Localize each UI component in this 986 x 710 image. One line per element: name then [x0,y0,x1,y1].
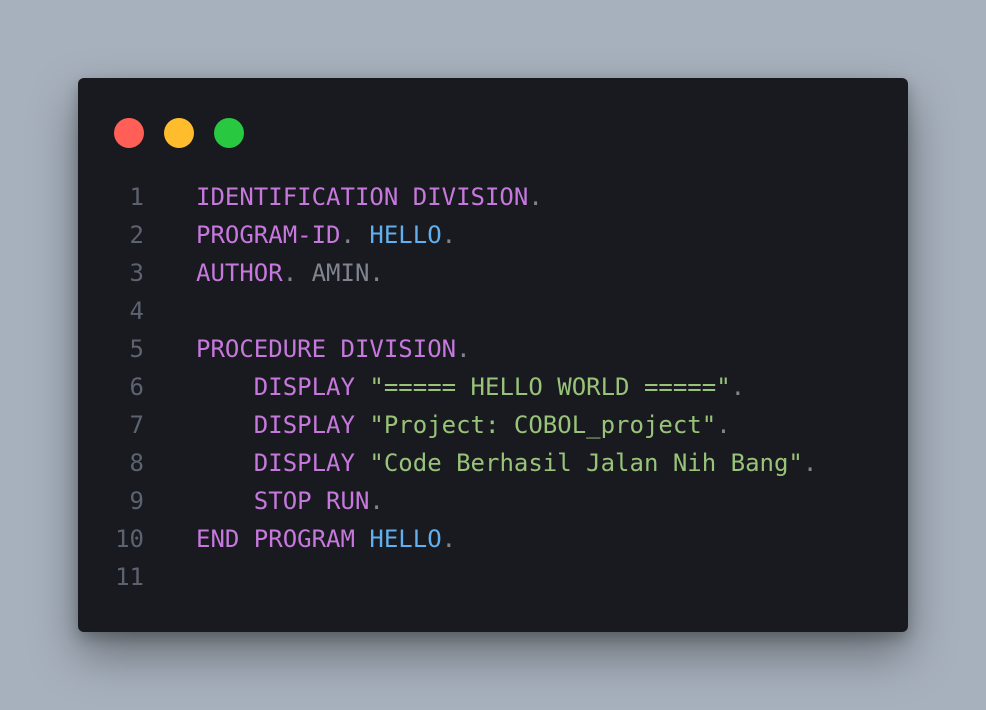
code-line: 2 PROGRAM-ID. HELLO. [78,216,908,254]
line-number: 1 [129,183,144,211]
maximize-dot-icon[interactable] [214,118,244,148]
line-number: 6 [129,373,144,401]
code-line: 3 AUTHOR. AMIN. [78,254,908,292]
code-token: "===== HELLO WORLD =====" [369,373,731,401]
line-text: STOP RUN. [196,482,384,520]
code-token: . [441,221,457,249]
line-number: 4 [129,297,144,325]
line-number: 5 [129,335,144,363]
code-line: 1 IDENTIFICATION DIVISION. [78,178,908,216]
line-text: PROCEDURE DIVISION. [196,330,471,368]
code-token: . [716,411,731,439]
code-token: STOP RUN [253,487,370,515]
line-number: 10 [115,525,144,553]
code-token: "Code Berhasil Jalan Nih Bang" [369,449,803,477]
code-token: HELLO [369,525,442,553]
line-text: END PROGRAM HELLO. [196,520,456,558]
line-number: 7 [129,411,144,439]
window-controls [114,118,244,148]
code-token: DISPLAY [253,373,355,401]
code-block: 1 IDENTIFICATION DIVISION. 2 PROGRAM-ID. HE… [78,178,908,596]
code-token: HELLO [369,221,442,249]
code-token: "Project: COBOL_project" [369,411,717,439]
code-line: 9 STOP RUN. [78,482,908,520]
code-token: . [528,183,543,211]
code-token: DISPLAY [253,411,355,439]
line-text: DISPLAY "===== HELLO WORLD =====". [196,368,745,406]
code-token: . [369,487,384,515]
code-token: AUTHOR [196,259,283,287]
code-line: 7 DISPLAY "Project: COBOL_project". [78,406,908,444]
code-line: 10 END PROGRAM HELLO. [78,520,908,558]
line-text: IDENTIFICATION DIVISION. [196,178,543,216]
code-token: . [730,373,746,401]
code-line: 6 DISPLAY "===== HELLO WORLD =====". [78,368,908,406]
code-line: 8 DISPLAY "Code Berhasil Jalan Nih Bang"… [78,444,908,482]
line-number: 9 [129,487,144,515]
line-number: 11 [115,563,144,591]
code-line: 4 [78,292,908,330]
line-number: 3 [129,259,144,287]
minimize-dot-icon[interactable] [164,118,194,148]
code-token: . [802,449,818,477]
line-number: 2 [129,221,144,249]
line-text: AUTHOR. AMIN. [196,254,384,292]
code-token: . AMIN. [282,259,384,287]
code-token: . [340,221,370,249]
line-text: DISPLAY "Project: COBOL_project". [196,406,731,444]
code-line: 11 [78,558,908,596]
line-number: 8 [129,449,144,477]
close-dot-icon[interactable] [114,118,144,148]
code-line: 5 PROCEDURE DIVISION. [78,330,908,368]
code-window: 1 IDENTIFICATION DIVISION. 2 PROGRAM-ID. HE… [78,78,908,632]
code-token: PROGRAM-ID [196,221,341,249]
code-token: DISPLAY [253,449,355,477]
line-text: PROGRAM-ID. HELLO. [196,216,456,254]
code-token: . [441,525,457,553]
code-token: . [456,335,471,363]
code-token: IDENTIFICATION DIVISION [196,183,529,211]
code-token: PROCEDURE DIVISION [196,335,457,363]
line-text: DISPLAY "Code Berhasil Jalan Nih Bang". [196,444,818,482]
code-token: END PROGRAM [196,525,355,553]
